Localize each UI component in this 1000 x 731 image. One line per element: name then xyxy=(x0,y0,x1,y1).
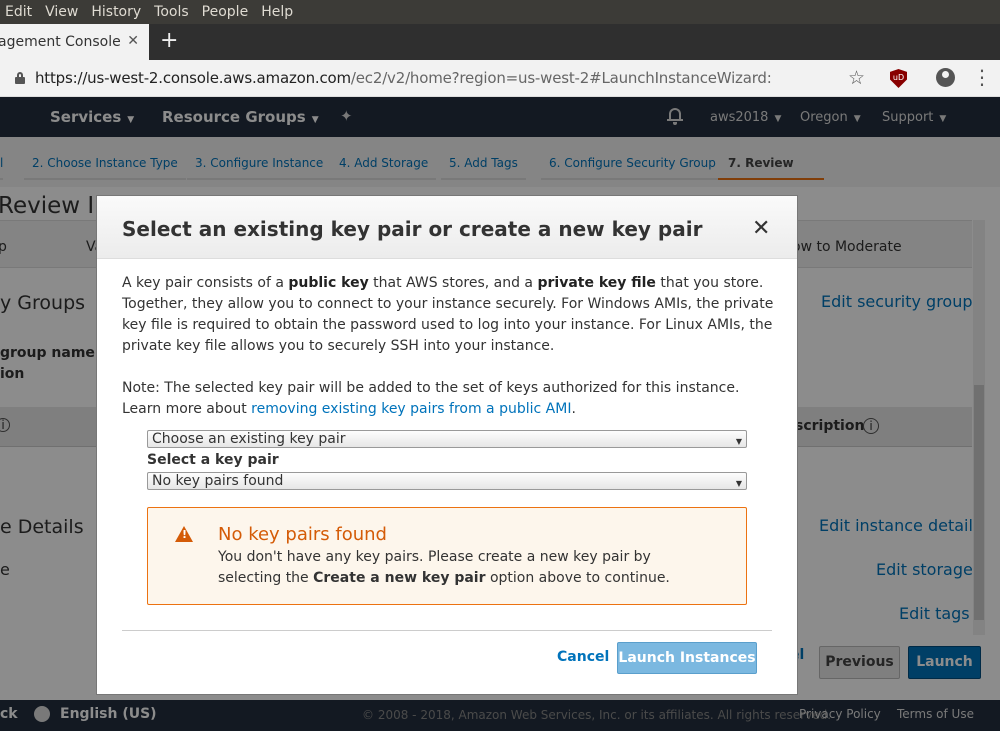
lock-icon xyxy=(15,72,25,84)
ublock-icon[interactable]: uD xyxy=(890,69,907,88)
body-text: that AWS stores, and a xyxy=(368,275,538,291)
url-domain: https://us-west-2.console.aws.amazon.com xyxy=(35,69,351,87)
alert-message: You don't have any key pairs. Please cre… xyxy=(218,547,718,589)
menu-edit[interactable]: Edit xyxy=(5,4,32,20)
tab-title: agement Console xyxy=(0,34,121,50)
menu-history[interactable]: History xyxy=(91,4,141,20)
browser-tab[interactable]: agement Console ✕ xyxy=(0,24,149,60)
tab-close-icon[interactable]: ✕ xyxy=(127,33,139,49)
chevron-down-icon: ▼ xyxy=(735,437,742,446)
url-field[interactable]: https://us-west-2.console.aws.amazon.com… xyxy=(35,69,772,87)
warning-icon xyxy=(175,526,193,542)
launch-instances-button[interactable]: Launch Instances xyxy=(617,642,757,674)
browser-tabbar: agement Console ✕ + xyxy=(0,24,1000,60)
url-path: /ec2/v2/home?region=us-west-2#LaunchInst… xyxy=(350,69,772,87)
select-key-pair-label: Select a key pair xyxy=(147,452,279,468)
modal-title: Select an existing key pair or create a … xyxy=(122,217,703,241)
menu-view[interactable]: View xyxy=(45,4,78,20)
select-value: Choose an existing key pair xyxy=(152,431,346,447)
removing-key-pairs-link[interactable]: removing existing key pairs from a publi… xyxy=(251,401,571,417)
modal-note: Note: The selected key pair will be adde… xyxy=(122,378,777,420)
body-bold-public-key: public key xyxy=(288,275,369,291)
alert-title: No key pairs found xyxy=(218,524,387,545)
menu-tools[interactable]: Tools xyxy=(154,4,189,20)
bookmark-star-icon[interactable]: ☆ xyxy=(848,67,865,89)
alert-bold-text: Create a new key pair xyxy=(313,570,486,586)
no-key-pairs-alert: No key pairs found You don't have any ke… xyxy=(147,507,747,605)
alert-text: option above to continue. xyxy=(485,570,670,586)
close-icon[interactable]: ✕ xyxy=(752,216,770,241)
account-icon[interactable] xyxy=(936,68,955,87)
key-pair-select[interactable]: No key pairs found ▼ xyxy=(147,472,747,490)
select-value: No key pairs found xyxy=(152,473,284,489)
address-bar: https://us-west-2.console.aws.amazon.com… xyxy=(0,60,1000,97)
menu-people[interactable]: People xyxy=(202,4,249,20)
note-text: . xyxy=(571,401,576,417)
cancel-button[interactable]: Cancel xyxy=(557,649,609,665)
new-tab-icon[interactable]: + xyxy=(160,28,178,53)
key-pair-action-select[interactable]: Choose an existing key pair ▼ xyxy=(147,430,747,448)
browser-menu-icon[interactable]: ⋮ xyxy=(972,65,992,89)
modal-description: A key pair consists of a public key that… xyxy=(122,273,777,357)
key-pair-modal: Select an existing key pair or create a … xyxy=(96,195,798,695)
modal-header: Select an existing key pair or create a … xyxy=(97,196,797,259)
body-text: A key pair consists of a xyxy=(122,275,289,291)
menu-help[interactable]: Help xyxy=(261,4,293,20)
modal-divider xyxy=(122,630,772,631)
os-menubar: Edit View History Tools People Help xyxy=(0,0,1000,24)
body-bold-private-key: private key file xyxy=(537,275,656,291)
chevron-down-icon: ▼ xyxy=(735,479,742,488)
